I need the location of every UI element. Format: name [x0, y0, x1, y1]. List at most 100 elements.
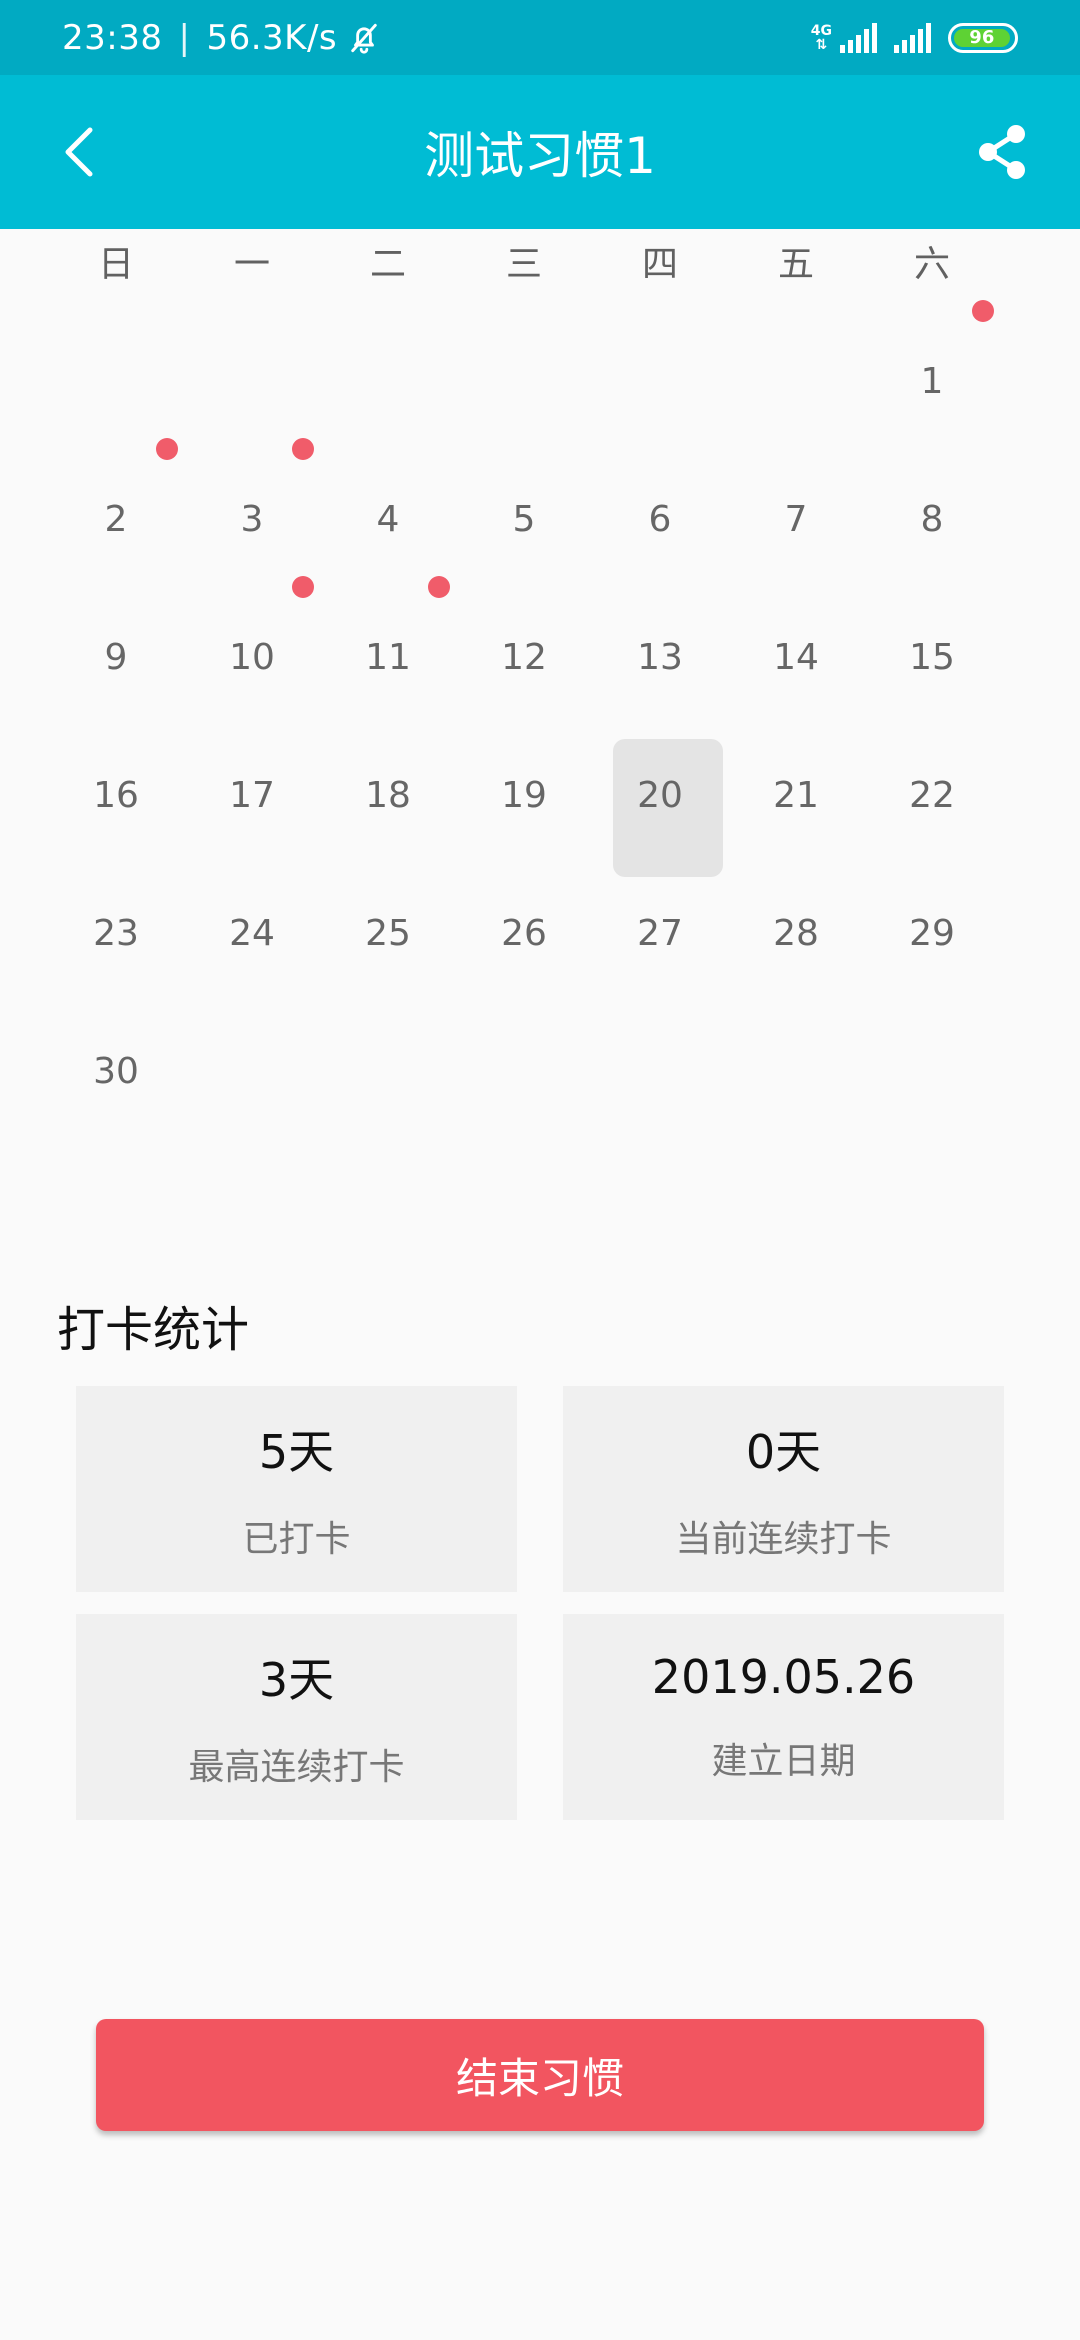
calendar-day[interactable]: 15: [864, 588, 1000, 726]
calendar-day-number: 17: [229, 774, 275, 816]
calendar-day[interactable]: 23: [48, 864, 184, 1002]
calendar-day-number: 19: [501, 774, 547, 816]
calendar-day-number: 29: [909, 912, 955, 954]
stat-value: 2019.05.26: [651, 1650, 916, 1704]
calendar-day-number: 22: [909, 774, 955, 816]
calendar-day[interactable]: 9: [48, 588, 184, 726]
calendar-day[interactable]: 24: [184, 864, 320, 1002]
calendar-day[interactable]: 19: [456, 726, 592, 864]
checkin-dot-icon: [972, 300, 994, 322]
calendar-day[interactable]: 29: [864, 864, 1000, 1002]
calendar-day[interactable]: 18: [320, 726, 456, 864]
calendar-day[interactable]: 30: [48, 1002, 184, 1140]
calendar-day[interactable]: 2: [48, 438, 184, 588]
stat-label: 最高连续打卡: [188, 1747, 405, 1788]
calendar-day-number: 20: [637, 774, 683, 816]
calendar-day-number: 6: [648, 498, 672, 540]
calendar-day[interactable]: 3: [184, 438, 320, 588]
calendar-empty-cell: [48, 312, 184, 450]
share-icon[interactable]: [970, 120, 1034, 184]
calendar-day-number: 15: [909, 636, 955, 678]
stat-card: 5天已打卡: [76, 1386, 517, 1592]
calendar-day-number: 26: [501, 912, 547, 954]
bell-off-icon: [351, 23, 377, 54]
checkin-dot-icon: [292, 438, 314, 460]
calendar-day[interactable]: 11: [320, 576, 456, 726]
network-speed: 56.3K/s: [206, 17, 338, 58]
calendar-day-number: 28: [773, 912, 819, 954]
end-habit-button[interactable]: 结束习惯: [96, 2019, 984, 2131]
calendar-day-number: 13: [637, 636, 683, 678]
calendar-day[interactable]: 4: [320, 450, 456, 588]
calendar-day[interactable]: 21: [728, 726, 864, 864]
calendar-day-number: 11: [365, 636, 411, 678]
calendar-day[interactable]: 22: [864, 726, 1000, 864]
stat-card: 2019.05.26 建立日期: [563, 1614, 1004, 1820]
calendar-day[interactable]: 13: [592, 588, 728, 726]
checkin-dot-icon: [292, 576, 314, 598]
signal-icon-2: [894, 22, 931, 53]
calendar-day[interactable]: 27: [592, 864, 728, 1002]
stat-label: 已打卡: [242, 1519, 351, 1560]
calendar-day-number: 30: [93, 1050, 139, 1092]
status-right: 4G ⇅ 96: [811, 0, 1018, 75]
battery-level: 96: [954, 27, 1010, 48]
calendar-day[interactable]: 17: [184, 726, 320, 864]
calendar-day-number: 16: [93, 774, 139, 816]
stat-label: 建立日期: [711, 1741, 856, 1782]
checkin-dot-icon: [428, 576, 450, 598]
calendar-day-number: 1: [920, 360, 944, 402]
network-type-label: 4G ⇅: [811, 24, 832, 52]
calendar-day-number: 4: [376, 498, 400, 540]
stat-value: 0天: [745, 1425, 822, 1479]
calendar-empty-cell: [184, 312, 320, 450]
calendar-day-selected[interactable]: 20: [592, 726, 728, 877]
calendar-empty-cell: [320, 312, 456, 450]
calendar-day-number: 27: [637, 912, 683, 954]
stat-card: 0天当前连续打卡: [563, 1386, 1004, 1592]
stats-grid: 5天 已打卡 0天 当前连续打卡 3天 最高连续打卡 2019.05.26 建立日期: [76, 1386, 1004, 1820]
calendar-day-number: 18: [365, 774, 411, 816]
stat-value: 3天: [258, 1653, 335, 1707]
calendar-day[interactable]: 1: [864, 300, 1000, 450]
calendar-empty-cell: [728, 312, 864, 450]
calendar-day[interactable]: 6: [592, 450, 728, 588]
calendar-day-number: 24: [229, 912, 275, 954]
calendar-day[interactable]: 26: [456, 864, 592, 1002]
calendar-day[interactable]: 8: [864, 450, 1000, 588]
calendar-day-number: 3: [240, 498, 264, 540]
calendar-day-number: 8: [920, 498, 944, 540]
stat-value: 5天: [258, 1425, 335, 1479]
calendar-day[interactable]: 25: [320, 864, 456, 1002]
calendar: 日一二三四五六 1 2 3 4 5 6 7 8 9 10 11 12 13 14 15 16 17 18 19 20 2…: [48, 230, 1048, 1140]
calendar-day-number: 9: [104, 636, 128, 678]
status-time: 23:38: [62, 17, 163, 58]
calendar-day-number: 2: [104, 498, 128, 540]
calendar-day[interactable]: 10: [184, 576, 320, 726]
calendar-day-number: 5: [512, 498, 536, 540]
calendar-day-number: 14: [773, 636, 819, 678]
calendar-empty-cell: [456, 312, 592, 450]
calendar-day[interactable]: 28: [728, 864, 864, 1002]
calendar-empty-cell: [592, 312, 728, 450]
signal-icon-1: [840, 22, 877, 53]
stat-label: 当前连续打卡: [675, 1519, 892, 1560]
calendar-day[interactable]: 7: [728, 450, 864, 588]
back-arrow-icon[interactable]: [50, 120, 114, 184]
network-type-text: 4G: [810, 22, 832, 39]
calendar-day-number: 21: [773, 774, 819, 816]
calendar-day-number: 7: [784, 498, 808, 540]
calendar-day-number: 23: [93, 912, 139, 954]
stat-card: 3天最高连续打卡: [76, 1614, 517, 1820]
stats-heading: 打卡统计: [57, 1302, 250, 1358]
calendar-days: 1 2 3 4 5 6 7 8 9 10 11 12 13 14 15 16 17 18 19 20 21 22 23 24 2…: [48, 300, 1048, 1140]
network-arrows-icon: ⇅: [815, 36, 828, 53]
calendar-day[interactable]: 14: [728, 588, 864, 726]
battery-icon: 96: [948, 22, 1018, 53]
calendar-day[interactable]: 12: [456, 588, 592, 726]
status-bar: 23:38 | 56.3K/s 4G ⇅ 96: [0, 0, 1080, 75]
calendar-day-number: 12: [501, 636, 547, 678]
calendar-day[interactable]: 5: [456, 450, 592, 588]
checkin-dot-icon: [156, 438, 178, 460]
calendar-day[interactable]: 16: [48, 726, 184, 864]
